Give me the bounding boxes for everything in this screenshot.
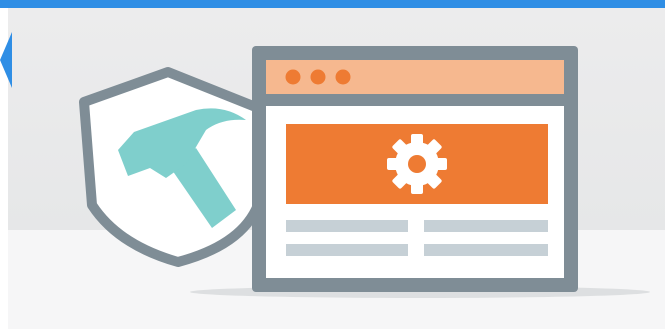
browser-dot-2 [310, 69, 326, 85]
content-line-3 [286, 244, 408, 256]
hero-banner [0, 0, 665, 329]
content-line-2 [424, 220, 548, 232]
browser-dot-1 [285, 69, 301, 85]
maintenance-illustration [79, 46, 650, 298]
gear-icon [387, 134, 447, 194]
browser-window-icon [252, 46, 578, 292]
content-line-1 [286, 220, 408, 232]
browser-dot-3 [335, 69, 351, 85]
content-line-4 [424, 244, 548, 256]
shield-with-hammer-icon [79, 67, 263, 267]
chevron-left-icon[interactable] [0, 28, 12, 92]
